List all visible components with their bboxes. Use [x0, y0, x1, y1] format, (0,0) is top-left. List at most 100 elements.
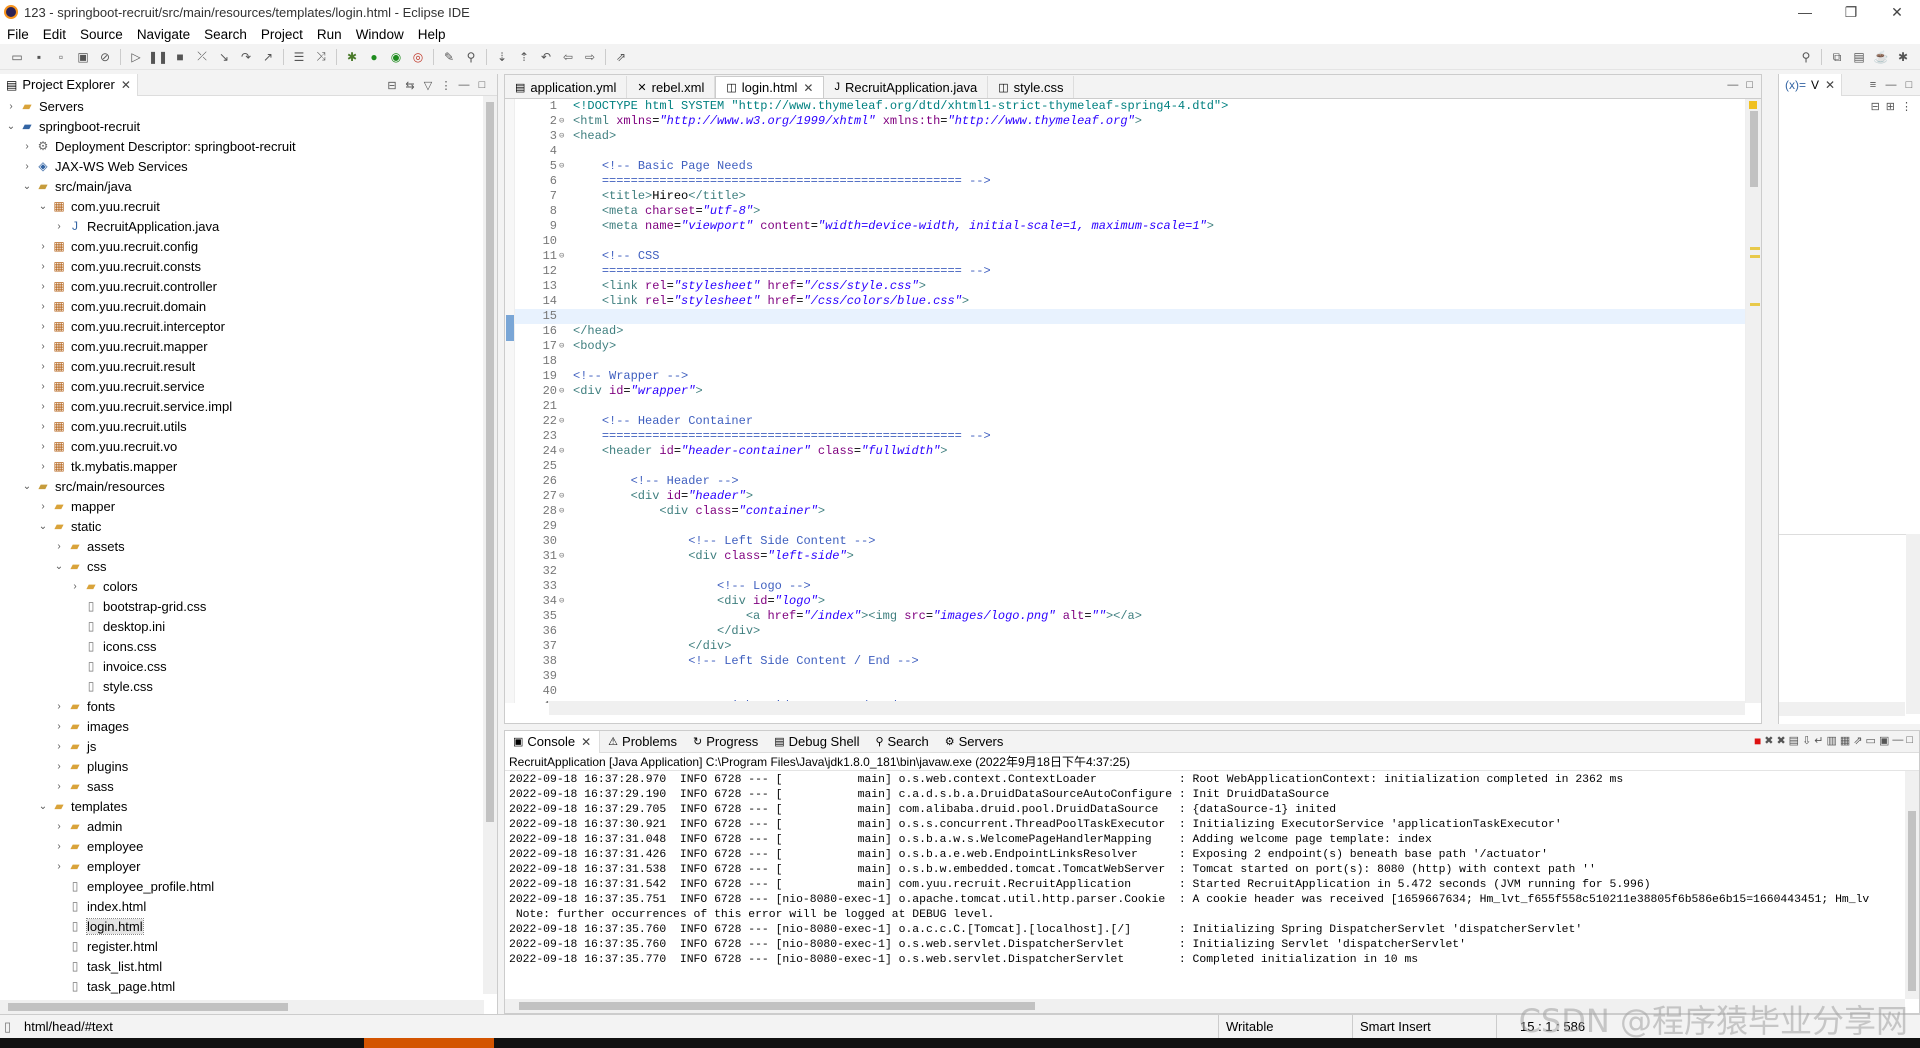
tree-item[interactable]: › ▦ com.yuu.recruit.interceptor [0, 316, 484, 336]
chevron-right-icon[interactable]: › [36, 261, 50, 272]
step-over-icon[interactable]: ↷ [238, 49, 254, 65]
tree-item[interactable]: ▯ task_page.html [0, 976, 484, 994]
show-stdout-icon[interactable]: ▥ [1827, 734, 1837, 748]
tree-item[interactable]: › ▦ com.yuu.recruit.service.impl [0, 396, 484, 416]
fold-toggle-icon[interactable]: ⊖ [559, 414, 567, 429]
tree-item[interactable]: › ◈ JAX-WS Web Services [0, 156, 484, 176]
chevron-right-icon[interactable]: › [52, 541, 66, 552]
quick-access-search-icon[interactable]: ⚲ [1798, 49, 1814, 65]
close-window-button[interactable]: ✕ [1874, 0, 1920, 24]
terminal-icon[interactable]: ▣ [75, 49, 91, 65]
chevron-right-icon[interactable]: › [36, 381, 50, 392]
tree-item[interactable]: › ▦ com.yuu.recruit.consts [0, 256, 484, 276]
fold-toggle-icon[interactable]: ⊖ [559, 504, 567, 519]
chevron-right-icon[interactable]: › [52, 821, 66, 832]
tree-vertical-scrollbar[interactable] [483, 96, 497, 994]
annotation-prev-icon[interactable]: ⇡ [516, 49, 532, 65]
fold-toggle-icon[interactable]: ⊖ [559, 129, 567, 144]
menu-window[interactable]: Window [349, 27, 411, 42]
tree-item[interactable]: › ▦ tk.mybatis.mapper [0, 456, 484, 476]
tree-item[interactable]: ▯ register.html [0, 936, 484, 956]
resume-icon[interactable]: ▷ [128, 49, 144, 65]
save-icon[interactable]: ▪ [31, 49, 47, 65]
fold-toggle-icon[interactable]: ⊖ [559, 159, 567, 174]
forward-icon[interactable]: ⇨ [582, 49, 598, 65]
tree-item[interactable]: ⌄ ▰ static [0, 516, 484, 536]
maximize-console-icon[interactable]: □ [1906, 734, 1913, 748]
chevron-right-icon[interactable]: › [36, 301, 50, 312]
step-into-icon[interactable]: ↘ [216, 49, 232, 65]
fold-toggle-icon[interactable]: ⊖ [559, 444, 567, 459]
chevron-down-icon[interactable]: ⌄ [36, 521, 50, 532]
minimize-editor-icon[interactable]: — [1727, 79, 1738, 91]
tree-item[interactable]: ⌄ ▰ templates [0, 796, 484, 816]
open-type-icon[interactable]: ⤨ [313, 49, 329, 65]
menu-search[interactable]: Search [197, 27, 254, 42]
editor-tab[interactable]: ✕ rebel.xml [627, 76, 716, 98]
tree-item[interactable]: › ▦ com.yuu.recruit.utils [0, 416, 484, 436]
chevron-right-icon[interactable]: › [36, 401, 50, 412]
tab-variables[interactable]: (x)= V ✕ [1779, 73, 1843, 96]
tree-item[interactable]: ⌄ ▰ src/main/java [0, 176, 484, 196]
open-console-icon[interactable]: ▣ [1879, 734, 1889, 748]
editor-tab[interactable]: ▤ application.yml [505, 76, 628, 98]
fold-toggle-icon[interactable]: ⊖ [559, 114, 567, 129]
coverage-icon[interactable]: ◉ [388, 49, 404, 65]
tree-item[interactable]: › ▰ sass [0, 776, 484, 796]
view-menu-icon[interactable]: ⋮ [1901, 100, 1912, 113]
chevron-down-icon[interactable]: ⌄ [36, 201, 50, 212]
java-ee-perspective-icon[interactable]: ▤ [1851, 49, 1867, 65]
close-icon[interactable]: ✕ [581, 735, 591, 749]
tree-horizontal-scrollbar[interactable] [0, 1000, 484, 1014]
close-icon[interactable]: ✕ [121, 78, 131, 92]
minimize-button[interactable]: — [1782, 0, 1828, 24]
menu-navigate[interactable]: Navigate [130, 27, 197, 42]
show-types-icon[interactable]: ⊞ [1886, 100, 1895, 113]
tree-item[interactable]: › ▰ colors [0, 576, 484, 596]
chevron-right-icon[interactable]: › [36, 501, 50, 512]
search-toolbar-icon[interactable]: ⚲ [463, 49, 479, 65]
tree-item[interactable]: › ▦ com.yuu.recruit.config [0, 236, 484, 256]
new-icon[interactable]: ▭ [9, 49, 25, 65]
save-all-icon[interactable]: ▫ [53, 49, 69, 65]
run-icon[interactable]: ● [366, 49, 382, 65]
tree-item[interactable]: ▯ invoice.css [0, 656, 484, 676]
tree-item[interactable]: › ▦ com.yuu.recruit.vo [0, 436, 484, 456]
chevron-right-icon[interactable]: › [36, 281, 50, 292]
menu-file[interactable]: File [0, 27, 36, 42]
tree-item[interactable]: › ▦ com.yuu.recruit.mapper [0, 336, 484, 356]
tree-item[interactable]: ▯ desktop.ini [0, 616, 484, 636]
tree-item[interactable]: ▯ index.html [0, 896, 484, 916]
tree-item[interactable]: ▯ bootstrap-grid.css [0, 596, 484, 616]
debug-icon[interactable]: ✱ [344, 49, 360, 65]
chevron-right-icon[interactable]: › [68, 581, 82, 592]
chevron-right-icon[interactable]: › [52, 221, 66, 232]
fold-toggle-icon[interactable]: ⊖ [559, 384, 567, 399]
terminate-icon[interactable]: ■ [172, 49, 188, 65]
tree-item[interactable]: › ▦ com.yuu.recruit.result [0, 356, 484, 376]
open-task-icon[interactable]: ✎ [441, 49, 457, 65]
menu-help[interactable]: Help [411, 27, 453, 42]
chevron-right-icon[interactable]: › [36, 341, 50, 352]
chevron-right-icon[interactable]: › [36, 361, 50, 372]
menu-project[interactable]: Project [254, 27, 310, 42]
chevron-right-icon[interactable]: › [36, 421, 50, 432]
filter-icon[interactable]: ▽ [419, 77, 437, 93]
tree-item[interactable]: › J RecruitApplication.java [0, 216, 484, 236]
chevron-right-icon[interactable]: › [20, 161, 34, 172]
chevron-right-icon[interactable]: › [4, 101, 18, 112]
remove-launch-icon[interactable]: ✖ [1764, 734, 1773, 748]
chevron-right-icon[interactable]: › [52, 701, 66, 712]
tree-item[interactable]: ▯ task_list.html [0, 956, 484, 976]
console-tab[interactable]: ⚙ Servers [937, 731, 1012, 753]
tree-item[interactable]: › ▰ js [0, 736, 484, 756]
java-perspective-icon[interactable]: ☕ [1873, 49, 1889, 65]
chevron-right-icon[interactable]: › [36, 461, 50, 472]
maximize-editor-icon[interactable]: □ [1746, 79, 1753, 91]
menu-source[interactable]: Source [73, 27, 130, 42]
open-perspective-icon[interactable]: ⧉ [1829, 49, 1845, 65]
chevron-right-icon[interactable]: › [52, 861, 66, 872]
outline-vertical-scrollbar[interactable] [1906, 534, 1920, 714]
collapse-all-icon[interactable]: ⊟ [383, 77, 401, 93]
pin-editor-icon[interactable]: ⇗ [613, 49, 629, 65]
